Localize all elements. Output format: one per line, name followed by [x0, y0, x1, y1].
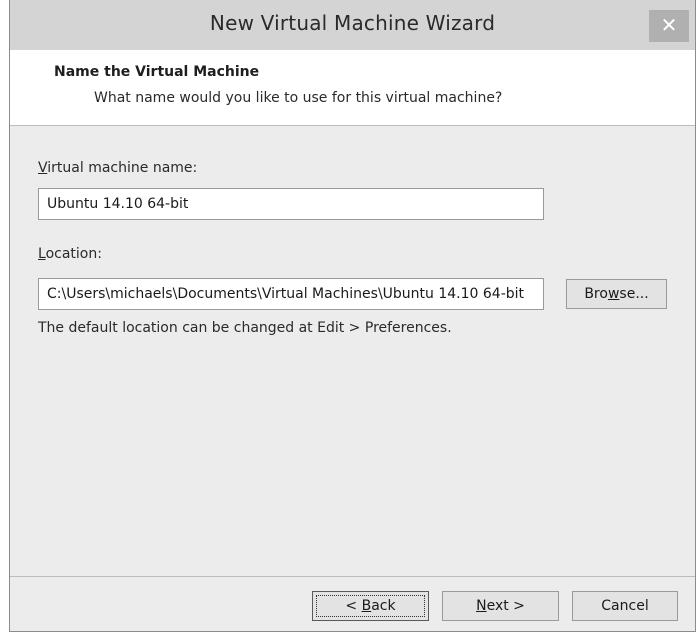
- next-button[interactable]: Next >: [442, 591, 559, 621]
- location-label: Location:: [38, 246, 102, 262]
- footer-divider: [10, 576, 695, 577]
- back-button[interactable]: < Back: [312, 591, 429, 621]
- browse-label-before: Bro: [584, 286, 608, 302]
- location-label-text: ocation:: [45, 246, 102, 262]
- browse-button[interactable]: Browse...: [566, 279, 667, 309]
- location-input[interactable]: C:\Users\michaels\Documents\Virtual Mach…: [38, 278, 544, 310]
- browse-label-accel: w: [607, 286, 620, 302]
- location-label-accel: L: [38, 246, 46, 262]
- default-location-hint: The default location can be changed at E…: [38, 320, 452, 336]
- vm-name-label-text: irtual machine name:: [47, 160, 198, 176]
- wizard-header: Name the Virtual Machine What name would…: [10, 50, 695, 126]
- focus-ring: [316, 595, 425, 617]
- window-title: New Virtual Machine Wizard: [209, 11, 496, 35]
- cancel-button[interactable]: Cancel: [572, 591, 678, 621]
- vm-name-label-accel: V: [38, 160, 48, 176]
- next-label-after: ext >: [486, 598, 525, 614]
- title-bar[interactable]: New Virtual Machine Wizard ✕: [10, 0, 695, 50]
- next-label-accel: N: [476, 598, 487, 614]
- vm-name-label: Virtual machine name:: [38, 160, 197, 176]
- page-subtitle: What name would you like to use for this…: [94, 90, 503, 106]
- vm-name-input[interactable]: Ubuntu 14.10 64-bit: [38, 188, 544, 220]
- close-icon: ✕: [660, 13, 678, 37]
- browse-label-after: se...: [619, 286, 649, 302]
- page-title: Name the Virtual Machine: [54, 64, 260, 80]
- close-button[interactable]: ✕: [649, 10, 689, 42]
- wizard-window: New Virtual Machine Wizard ✕ Name the Vi…: [9, 0, 696, 632]
